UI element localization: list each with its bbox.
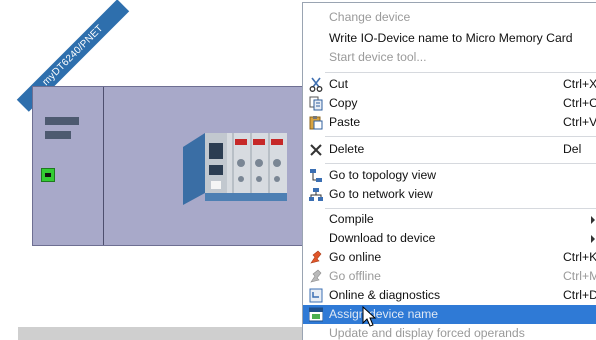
menu-item-start-device-tool[interactable]: Start device tool... [303,48,596,67]
hardware-network-editor: myDT6240/PNET Change device Write IO-Dev… [0,0,596,340]
menu-item-label: Update and display forced operands [329,326,525,340]
paste-icon [309,116,323,130]
menu-item-label: Go to topology view [329,168,437,182]
menu-item-shortcut: Ctrl+V [563,115,596,129]
menu-item-label: Go online [329,250,382,264]
menu-item-label: Paste [329,115,361,129]
menu-item-shortcut: Ctrl+D [563,288,596,302]
menu-item-delete[interactable]: Delete Del [303,140,596,159]
menu-item-copy[interactable]: Copy Ctrl+C [303,94,596,113]
menu-item-go-to-network-view[interactable]: Go to network view [303,185,596,204]
menu-item-label: Download to device [329,231,436,245]
menu-item-label: Delete [329,142,365,156]
menu-item-label: Go to network view [329,187,433,201]
menu-item-label: Copy [329,96,358,110]
station-label-bar [45,117,79,125]
menu-item-shortcut: Ctrl+M [563,269,596,283]
menu-item-shortcut: Ctrl+K [563,250,596,264]
menu-item-shortcut: Del [563,142,582,156]
context-menu: Change device Write IO-Device name to Mi… [302,2,596,340]
menu-item-label: Go offline [329,269,381,283]
diagnostics-icon [309,288,323,303]
menu-separator [325,72,596,73]
menu-item-update-forced-operands[interactable]: Update and display forced operands [303,324,596,340]
menu-item-cut[interactable]: Cut Ctrl+X [303,75,596,94]
menu-item-label: Online & diagnostics [329,288,441,302]
menu-item-label: Cut [329,77,348,91]
menu-item-go-offline[interactable]: Go offline Ctrl+M [303,267,596,286]
go-online-icon [310,250,322,264]
profinet-port-icon[interactable] [41,168,55,182]
device-hardware-image [183,133,287,205]
menu-item-shortcut: Ctrl+C [563,96,596,110]
menu-item-assign-device-name[interactable]: Assign device name [303,305,596,324]
mouse-pointer-icon [362,306,377,327]
menu-separator [325,208,596,209]
network-view-icon [309,188,323,201]
menu-item-label: Write IO-Device name to Micro Memory Car… [329,31,573,45]
menu-item-paste[interactable]: Paste Ctrl+V [303,113,596,132]
menu-item-write-io-device-name[interactable]: Write IO-Device name to Micro Memory Car… [303,29,596,48]
menu-separator [325,163,596,164]
station-label-bar [45,131,71,139]
station-divider [103,87,104,245]
menu-item-change-device[interactable]: Change device [303,8,596,27]
menu-item-go-to-topology-view[interactable]: Go to topology view [303,166,596,185]
menu-separator [325,136,596,137]
menu-item-compile[interactable]: Compile [303,210,596,229]
delete-x-icon [310,144,322,156]
menu-item-shortcut: Ctrl+X [563,77,596,91]
go-offline-icon [310,269,322,283]
device-station-box[interactable] [32,86,322,246]
menu-item-label: Change device [329,10,411,24]
menu-item-label: Assign device name [329,307,439,321]
menu-item-label: Start device tool... [329,50,427,64]
scissors-icon [309,77,323,92]
submenu-arrow-icon [591,216,595,224]
submenu-arrow-icon [591,235,595,243]
copy-icon [309,96,323,111]
menu-item-download-to-device[interactable]: Download to device [303,229,596,248]
menu-item-go-online[interactable]: Go online Ctrl+K [303,248,596,267]
menu-item-online-diagnostics[interactable]: Online & diagnostics Ctrl+D [303,286,596,305]
topology-view-icon [310,169,322,182]
menu-item-label: Compile [329,212,374,226]
assign-name-icon [309,307,323,322]
